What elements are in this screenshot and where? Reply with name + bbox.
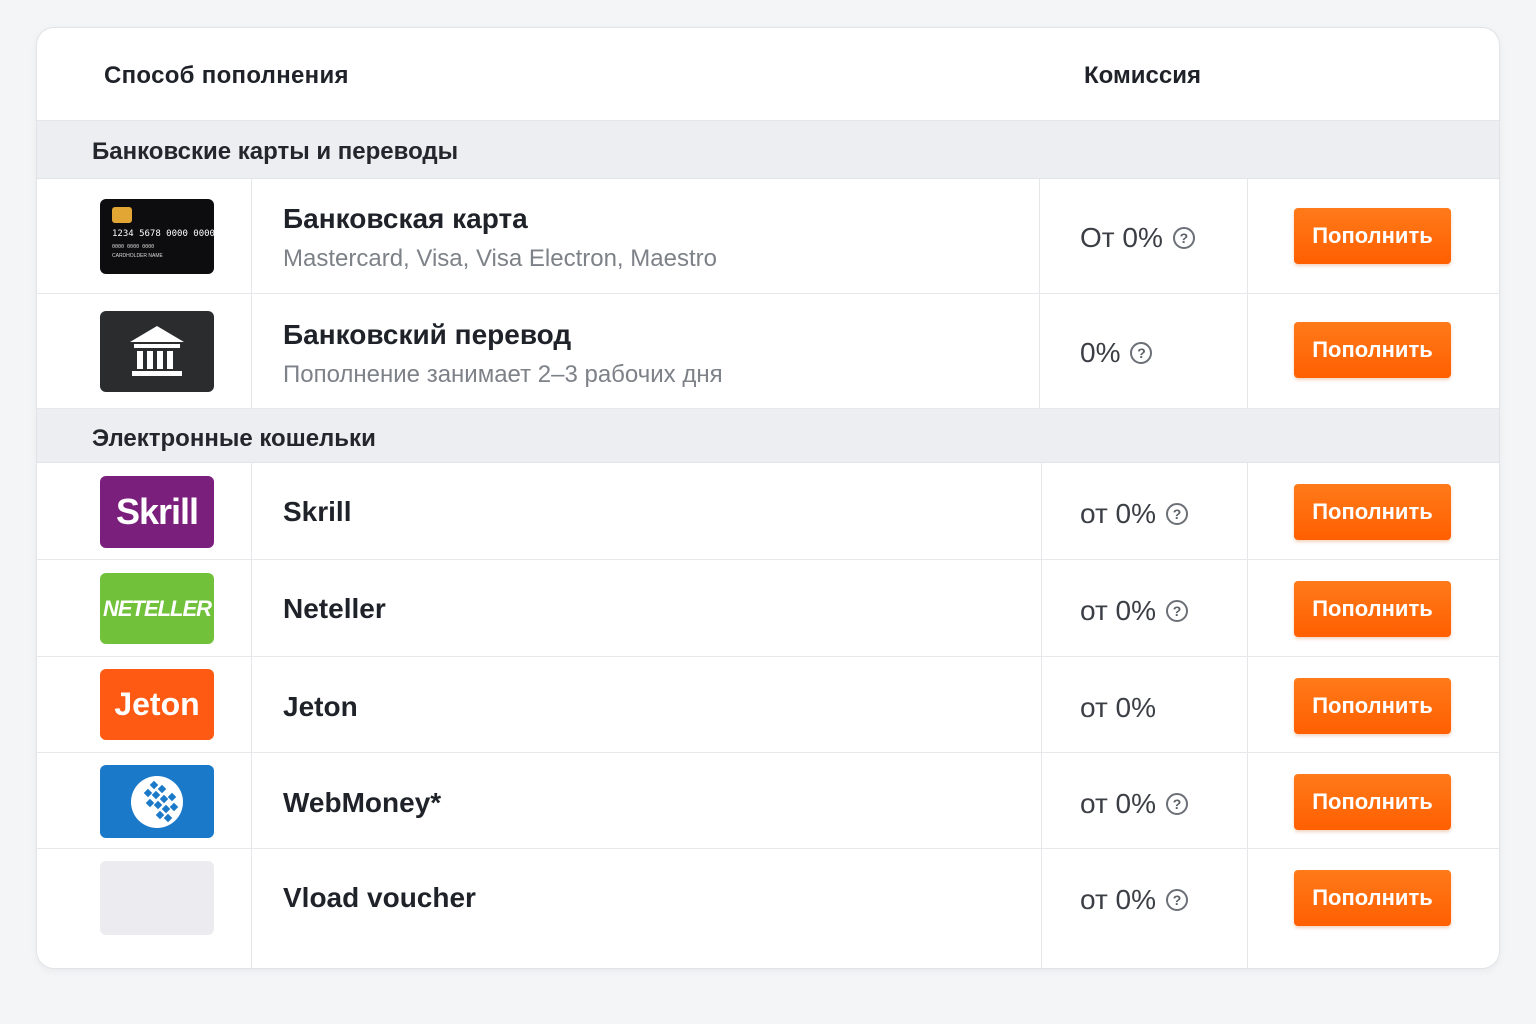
deposit-button[interactable]: Пополнить <box>1294 774 1451 830</box>
fee-value: 0% ? <box>1080 337 1153 369</box>
method-title: WebMoney* <box>283 787 442 818</box>
row-jeton: Jeton Jeton от 0% Пополнить <box>37 657 1499 753</box>
neteller-logo: NETELLER <box>100 573 214 644</box>
method-title: Vload voucher <box>283 882 476 913</box>
bank-building-icon <box>100 311 214 392</box>
section-title: Электронные кошельки <box>92 425 376 452</box>
skrill-logo: Skrill <box>100 476 214 548</box>
section-bank: Банковские карты и переводы <box>37 121 1499 179</box>
row-bank-card: 1234 5678 0000 0000 0000 0000 0000 CARDH… <box>37 179 1499 294</box>
method-title: Банковская карта <box>283 203 528 234</box>
row-bank-transfer: Банковский перевод Пополнение занимает 2… <box>37 294 1499 409</box>
fee-value: от 0% <box>1080 692 1157 723</box>
fee-value: от 0% ? <box>1080 595 1189 627</box>
deposit-button[interactable]: Пополнить <box>1294 484 1451 540</box>
help-icon[interactable]: ? <box>1166 889 1189 911</box>
help-icon[interactable]: ? <box>1166 600 1189 622</box>
deposit-button[interactable]: Пополнить <box>1294 581 1451 637</box>
help-icon[interactable]: ? <box>1166 503 1189 525</box>
row-webmoney: WebMoney* от 0% ? Пополнить <box>37 753 1499 849</box>
deposit-button[interactable]: Пополнить <box>1294 870 1451 926</box>
jeton-logo: Jeton <box>100 669 214 740</box>
deposit-button[interactable]: Пополнить <box>1294 208 1451 264</box>
method-subtitle: Пополнение занимает 2–3 рабочих дня <box>283 361 723 388</box>
webmoney-logo <box>100 765 214 838</box>
row-vload: Vload voucher от 0% ? Пополнить <box>37 849 1499 968</box>
method-subtitle: Mastercard, Visa, Visa Electron, Maestro <box>283 245 717 272</box>
method-title: Neteller <box>283 593 386 624</box>
fee-value: от 0% ? <box>1080 498 1189 530</box>
row-skrill: Skrill Skrill от 0% ? Пополнить <box>37 463 1499 560</box>
fee-value: От 0% ? <box>1080 222 1195 254</box>
help-icon[interactable]: ? <box>1130 342 1153 364</box>
method-title: Jeton <box>283 691 358 722</box>
bank-card-icon: 1234 5678 0000 0000 0000 0000 0000 CARDH… <box>100 199 214 274</box>
method-title: Skrill <box>283 496 352 527</box>
section-ewallets: Электронные кошельки <box>37 409 1499 463</box>
header-method: Способ пополнения <box>104 62 349 89</box>
row-neteller: NETELLER Neteller от 0% ? Пополнить <box>37 560 1499 657</box>
deposit-button[interactable]: Пополнить <box>1294 322 1451 378</box>
section-title: Банковские карты и переводы <box>92 138 459 165</box>
table-header: Способ пополнения Комиссия <box>37 28 1499 121</box>
help-icon[interactable]: ? <box>1166 793 1189 815</box>
deposit-methods-table: Способ пополнения Комиссия Банковские ка… <box>36 27 1500 969</box>
method-title: Банковский перевод <box>283 319 572 350</box>
header-fee: Комиссия <box>1084 62 1201 89</box>
fee-value: от 0% ? <box>1080 884 1189 916</box>
help-icon[interactable]: ? <box>1172 227 1195 249</box>
vload-logo <box>100 861 214 935</box>
fee-value: от 0% ? <box>1080 788 1189 820</box>
deposit-button[interactable]: Пополнить <box>1294 678 1451 734</box>
